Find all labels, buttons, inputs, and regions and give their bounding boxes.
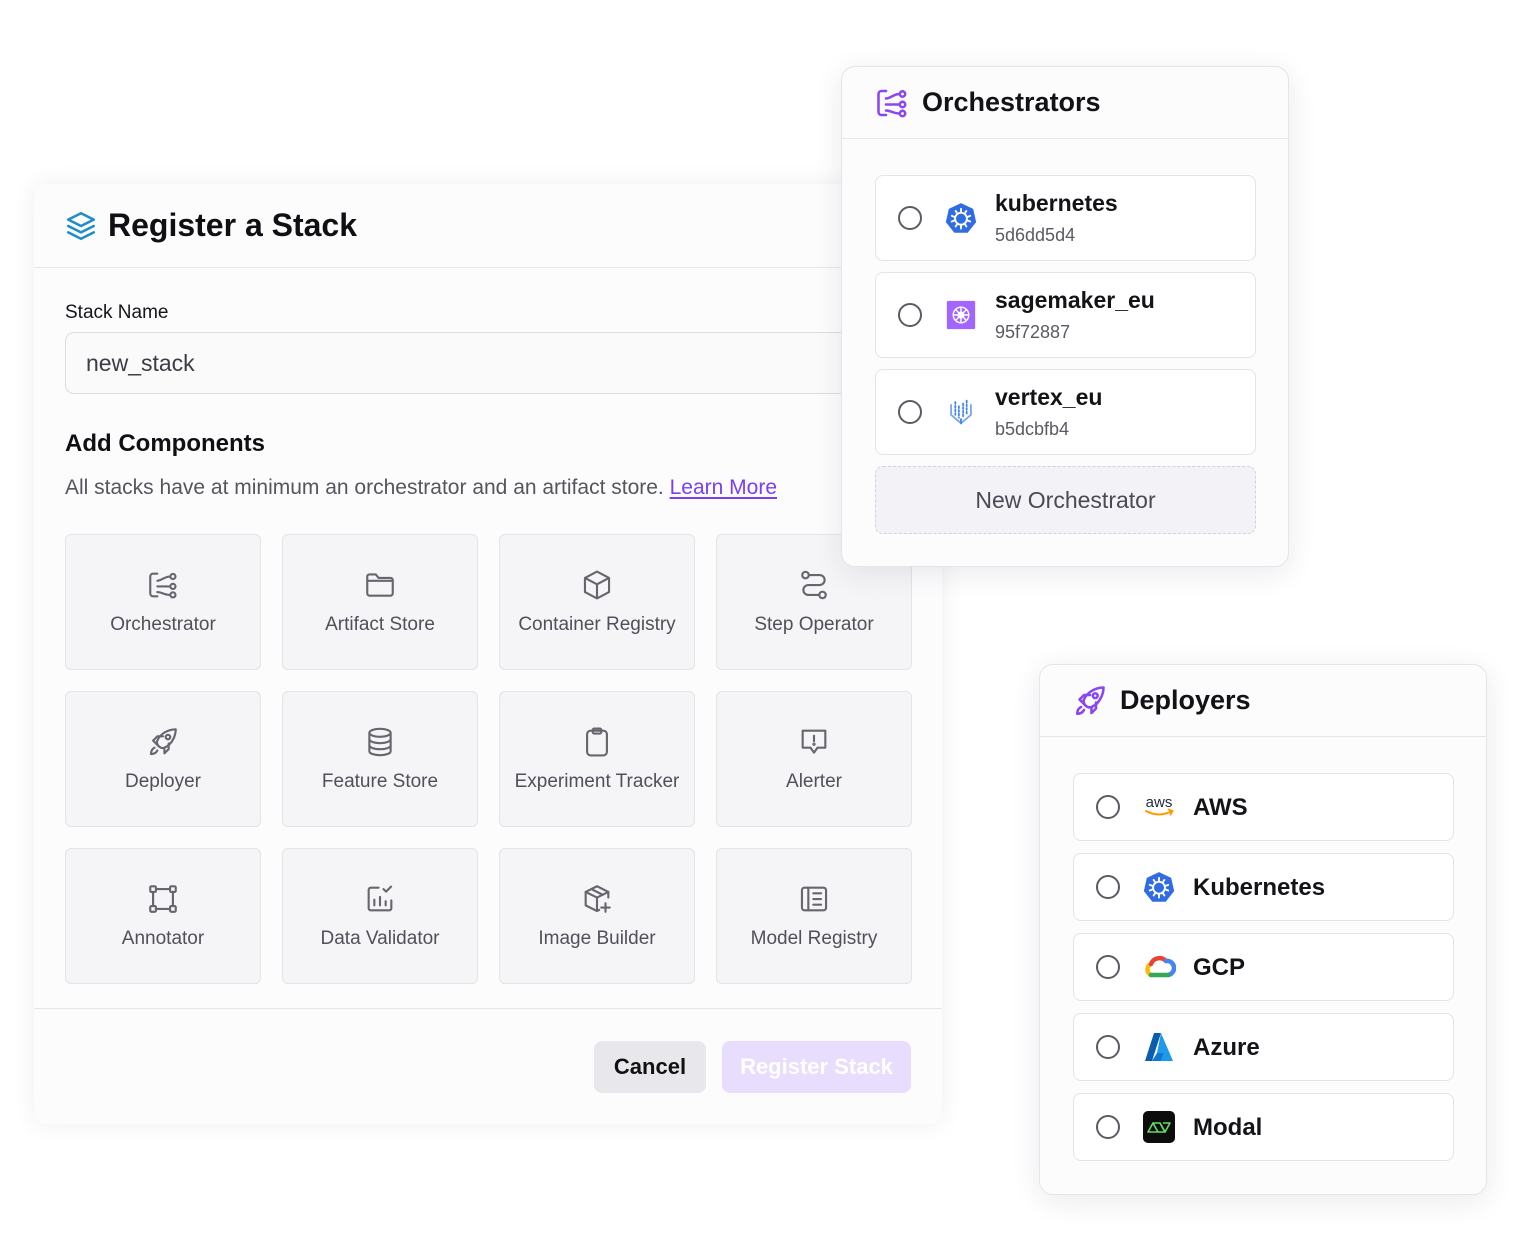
deployer-option-gcp[interactable]: GCP: [1073, 933, 1454, 1001]
stack-name-label: Stack Name: [65, 302, 169, 323]
component-tile-deployer[interactable]: Deployer: [65, 691, 261, 827]
tile-label: Step Operator: [754, 614, 874, 635]
tile-label: Container Registry: [518, 614, 676, 635]
stack-layers-icon: [64, 209, 98, 243]
chart-check-icon: [363, 882, 397, 916]
orchestrator-icon: [874, 85, 910, 121]
radio-button[interactable]: [1096, 795, 1120, 819]
route-icon: [797, 568, 831, 602]
tile-label: Artifact Store: [325, 614, 435, 635]
tile-label: Model Registry: [750, 928, 878, 949]
folder-icon: [363, 568, 397, 602]
rocket-icon: [1072, 683, 1108, 719]
deployer-option-kubernetes[interactable]: Kubernetes: [1073, 853, 1454, 921]
radio-button[interactable]: [898, 206, 922, 230]
tile-label: Feature Store: [321, 771, 439, 792]
component-tile-container-registry[interactable]: Container Registry: [499, 534, 695, 670]
radio-button[interactable]: [1096, 1035, 1120, 1059]
register-header: Register a Stack: [34, 184, 942, 268]
tile-label: Orchestrator: [110, 614, 216, 635]
orchestrator-option-kubernetes[interactable]: kubernetes 5d6dd5d4: [875, 175, 1256, 261]
box-icon: [580, 568, 614, 602]
orchestrator-id: 95f72887: [995, 322, 1071, 342]
deployer-name: Modal: [1193, 1114, 1263, 1141]
orchestrator-name: vertex_eu: [995, 384, 1103, 410]
deployer-name: Azure: [1193, 1034, 1260, 1061]
alert-message-icon: [797, 725, 831, 759]
register-stack-panel: Register a Stack Stack Name Add Componen…: [34, 184, 942, 1124]
orchestrator-option-vertex[interactable]: vertex_eu b5dcbfb4: [875, 369, 1256, 455]
deployers-title: Deployers: [1120, 685, 1251, 715]
aws-logo-icon: aws: [1142, 790, 1176, 824]
orchestrator-icon: [146, 568, 180, 602]
deployer-name: Kubernetes: [1193, 874, 1326, 901]
tile-label: Annotator: [121, 928, 205, 949]
component-tile-annotator[interactable]: Annotator: [65, 848, 261, 984]
radio-button[interactable]: [1096, 955, 1120, 979]
kubernetes-logo-icon: [1142, 870, 1176, 904]
rocket-icon: [146, 725, 180, 759]
aws-logo-text: aws: [1146, 794, 1173, 811]
component-tile-data-validator[interactable]: Data Validator: [282, 848, 478, 984]
modal-logo-icon: [1142, 1110, 1176, 1144]
orchestrator-name: sagemaker_eu: [995, 287, 1155, 313]
orchestrators-header: Orchestrators: [842, 67, 1288, 139]
orchestrator-name: kubernetes: [995, 190, 1118, 216]
tile-label: Alerter: [786, 771, 842, 792]
add-components-title: Add Components: [65, 430, 265, 457]
registry-book-icon: [797, 882, 831, 916]
orchestrator-id: 5d6dd5d4: [995, 225, 1076, 245]
gcp-logo-icon: [1142, 950, 1176, 984]
stack-name-input[interactable]: [65, 332, 865, 394]
component-tile-model-registry[interactable]: Model Registry: [716, 848, 912, 984]
vertex-logo-icon: [944, 395, 978, 429]
register-stack-button[interactable]: Register Stack: [722, 1041, 911, 1093]
description-text: All stacks have at minimum an orchestrat…: [65, 476, 664, 499]
page-title: Register a Stack: [108, 207, 358, 243]
component-tile-orchestrator[interactable]: Orchestrator: [65, 534, 261, 670]
clipboard-icon: [580, 725, 614, 759]
orchestrator-id: b5dcbfb4: [995, 419, 1070, 439]
sagemaker-logo-icon: [944, 298, 978, 332]
orchestrators-card: Orchestrators kubernetes 5d6dd5d4 sagema…: [841, 66, 1289, 567]
new-orchestrator-button[interactable]: New Orchestrator: [875, 466, 1256, 534]
tile-label: Image Builder: [538, 928, 656, 949]
component-tile-feature-store[interactable]: Feature Store: [282, 691, 478, 827]
learn-more-link[interactable]: Learn More: [670, 476, 777, 499]
component-tile-alerter[interactable]: Alerter: [716, 691, 912, 827]
deployer-option-aws[interactable]: aws AWS: [1073, 773, 1454, 841]
tile-label: Data Validator: [320, 928, 440, 949]
component-tile-experiment-tracker[interactable]: Experiment Tracker: [499, 691, 695, 827]
database-icon: [363, 725, 397, 759]
deployers-card: Deployers aws AWS Kubernetes GCP Azure M…: [1039, 664, 1487, 1195]
deployer-option-modal[interactable]: Modal: [1073, 1093, 1454, 1161]
deployers-header: Deployers: [1040, 665, 1486, 737]
components-grid: Orchestrator Artifact Store Container Re…: [65, 534, 912, 984]
tile-label: Deployer: [124, 771, 202, 792]
deployer-name: AWS: [1193, 794, 1248, 821]
annotation-frame-icon: [146, 882, 180, 916]
radio-button[interactable]: [898, 400, 922, 424]
component-tile-artifact-store[interactable]: Artifact Store: [282, 534, 478, 670]
radio-button[interactable]: [898, 303, 922, 327]
azure-logo-icon: [1142, 1030, 1176, 1064]
component-tile-image-builder[interactable]: Image Builder: [499, 848, 695, 984]
orchestrators-title: Orchestrators: [922, 87, 1101, 117]
orchestrator-option-sagemaker[interactable]: sagemaker_eu 95f72887: [875, 272, 1256, 358]
kubernetes-logo-icon: [944, 201, 978, 235]
radio-button[interactable]: [1096, 875, 1120, 899]
deployer-name: GCP: [1193, 954, 1246, 981]
add-components-description: All stacks have at minimum an orchestrat…: [65, 476, 911, 500]
tile-label: Experiment Tracker: [514, 771, 680, 792]
package-plus-icon: [580, 882, 614, 916]
cancel-button[interactable]: Cancel: [594, 1041, 706, 1093]
register-footer: Cancel Register Stack: [34, 1008, 942, 1124]
radio-button[interactable]: [1096, 1115, 1120, 1139]
deployer-option-azure[interactable]: Azure: [1073, 1013, 1454, 1081]
